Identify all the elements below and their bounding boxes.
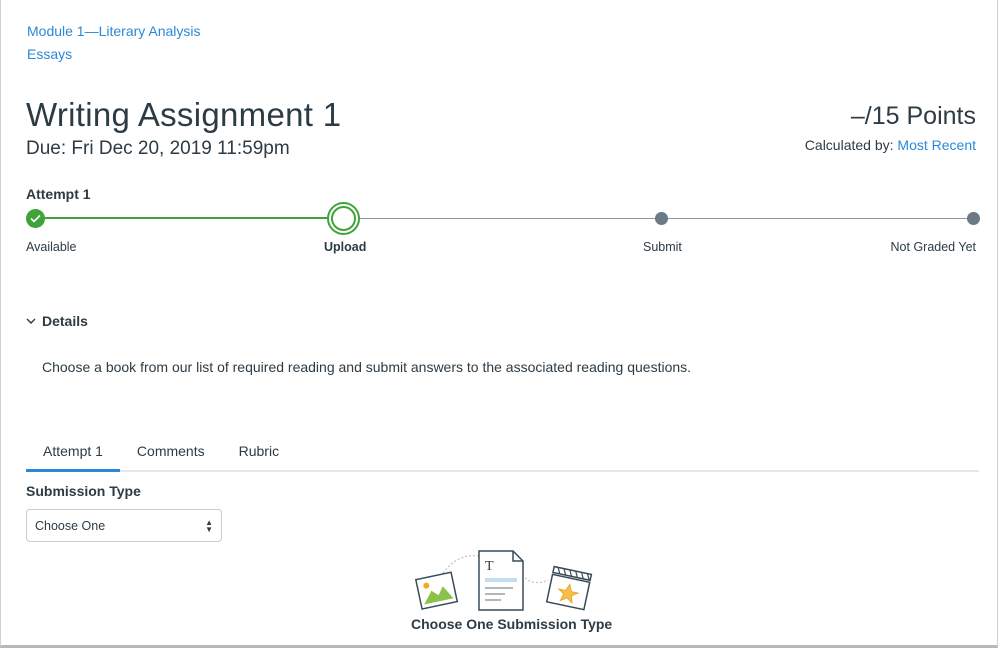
breadcrumb-essays[interactable]: Essays [27,46,72,62]
submission-tabs: Attempt 1 Comments Rubric [26,436,979,472]
select-arrows-icon: ▲ ▼ [205,517,213,534]
calculated-by: Calculated by: Most Recent [805,137,976,153]
attempt-label: Attempt 1 [26,186,91,202]
tab-comments[interactable]: Comments [120,436,222,472]
submission-type-label: Submission Type [26,483,141,499]
calculated-by-link[interactable]: Most Recent [897,137,976,153]
submission-type-selected: Choose One [35,518,106,533]
points-display: –/15 Points [850,102,976,130]
text-document-icon: T [478,550,524,611]
submission-types-illustration: T [414,550,593,611]
details-toggle[interactable]: Details [26,313,88,329]
details-toggle-label: Details [42,313,88,329]
page-title: Writing Assignment 1 [26,96,342,133]
step-label-submit: Submit [643,240,682,254]
step-graded-dot-icon [967,212,980,225]
calculated-by-label: Calculated by: [804,137,894,153]
step-label-available: Available [26,240,77,254]
media-clapper-icon [545,565,593,611]
chevron-down-icon [26,318,36,324]
breadcrumb-module[interactable]: Module 1—Literary Analysis [27,23,201,39]
step-label-not-graded: Not Graded Yet [890,240,976,254]
details-description: Choose a book from our list of required … [42,359,692,375]
due-date: Due: Fri Dec 20, 2019 11:59pm [26,138,290,159]
tab-attempt-1[interactable]: Attempt 1 [26,436,120,472]
svg-text:T: T [485,559,494,574]
tab-rubric[interactable]: Rubric [222,436,296,472]
submission-type-select[interactable]: Choose One ▲ ▼ [26,509,222,542]
progress-track-complete [35,217,343,219]
image-icon [414,571,459,610]
assignment-page: Module 1—Literary Analysis Essays Writin… [0,0,998,648]
step-submit-dot-icon [655,212,668,225]
step-upload-current-icon [327,202,360,235]
empty-state-caption: Choose One Submission Type [411,616,613,632]
step-available-check-icon [26,209,45,228]
step-label-upload: Upload [324,240,367,254]
